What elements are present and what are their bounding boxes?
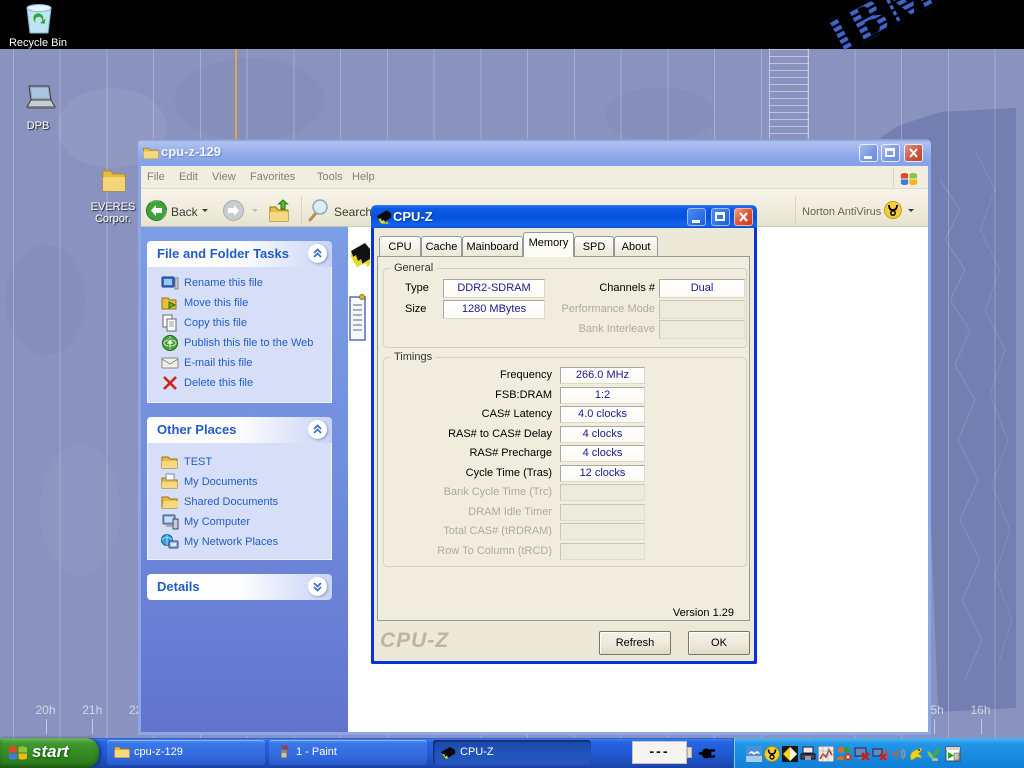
svg-text:IBM: IBM [820, 0, 946, 66]
